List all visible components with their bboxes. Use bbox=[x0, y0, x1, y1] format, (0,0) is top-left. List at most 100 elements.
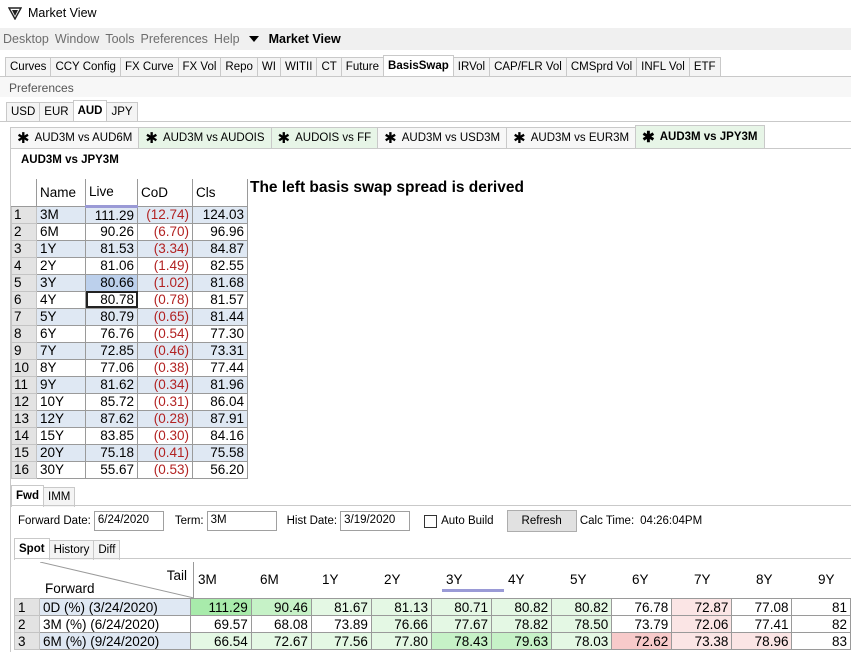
auto-build-label[interactable]: Auto Build bbox=[441, 515, 493, 527]
cls-cell[interactable]: 81.44 bbox=[192, 307, 248, 326]
table-row[interactable]: 8 6Y 76.76 (0.54) 77.30 bbox=[11, 324, 248, 343]
tab-future[interactable]: Future bbox=[340, 57, 385, 77]
forward-value-cell[interactable]: 80.71 bbox=[430, 598, 493, 616]
tab-diff[interactable]: Diff bbox=[93, 540, 121, 560]
cls-cell[interactable]: 87.91 bbox=[192, 409, 248, 428]
tab-aud[interactable]: AUD bbox=[72, 100, 108, 122]
cod-cell[interactable]: (1.02) bbox=[137, 273, 193, 292]
hist-date-input[interactable]: 3/19/2020 bbox=[340, 511, 411, 531]
menu-desktop[interactable]: Desktop bbox=[0, 32, 52, 46]
live-cell[interactable]: 81.06 bbox=[85, 256, 138, 275]
table-row[interactable]: 11 9Y 81.62 (0.34) 81.96 bbox=[11, 375, 248, 394]
tab-imm[interactable]: IMM bbox=[43, 487, 76, 507]
tab-wi[interactable]: WI bbox=[256, 57, 281, 77]
cod-cell[interactable]: (6.70) bbox=[137, 222, 193, 241]
tenor-cell[interactable]: 3M bbox=[36, 205, 86, 224]
column-header-tenor[interactable]: 9Y bbox=[814, 572, 851, 587]
cls-cell[interactable]: 81.68 bbox=[192, 273, 248, 292]
tab-infl-vol[interactable]: INFL Vol bbox=[636, 57, 690, 77]
cls-cell[interactable]: 81.57 bbox=[192, 290, 248, 309]
tab-ct[interactable]: CT bbox=[316, 57, 342, 77]
view-dropdown-icon[interactable] bbox=[248, 36, 259, 42]
tab-witii[interactable]: WITII bbox=[279, 57, 318, 77]
forward-value-cell[interactable]: 80.82 bbox=[491, 598, 553, 616]
live-cell[interactable]: 81.53 bbox=[85, 239, 138, 258]
tab-fx-vol[interactable]: FX Vol bbox=[177, 57, 222, 77]
forward-value-cell[interactable]: 76.78 bbox=[611, 598, 673, 616]
tenor-cell[interactable]: 10Y bbox=[36, 392, 86, 411]
live-cell[interactable]: 55.67 bbox=[85, 460, 138, 479]
menu-preferences[interactable]: Preferences bbox=[138, 32, 211, 46]
live-cell[interactable]: 111.29 bbox=[85, 205, 138, 224]
forward-value-cell[interactable]: 77.80 bbox=[370, 632, 433, 650]
column-header-tenor[interactable]: 4Y bbox=[504, 572, 566, 587]
forward-value-cell[interactable]: 111.29 bbox=[190, 598, 252, 616]
table-row[interactable]: 15 20Y 75.18 (0.41) 75.58 bbox=[11, 443, 248, 462]
tenor-cell[interactable]: 5Y bbox=[36, 307, 86, 326]
cls-cell[interactable]: 82.55 bbox=[192, 256, 248, 275]
menu-window[interactable]: Window bbox=[52, 32, 102, 46]
cls-cell[interactable]: 56.20 bbox=[192, 460, 248, 479]
column-header-tenor[interactable]: 7Y bbox=[690, 572, 752, 587]
column-header-tenor[interactable]: 6Y bbox=[628, 572, 690, 587]
tab-history[interactable]: History bbox=[48, 540, 95, 560]
tab-usd[interactable]: USD bbox=[6, 102, 41, 122]
forward-value-cell[interactable]: 79.63 bbox=[491, 632, 553, 650]
live-cell[interactable]: 72.85 bbox=[85, 341, 138, 360]
forward-value-cell[interactable]: 77.56 bbox=[310, 632, 372, 650]
live-cell[interactable]: 80.79 bbox=[85, 307, 138, 326]
table-row[interactable]: 1 3M 111.29 (12.74) 124.03 bbox=[11, 205, 248, 224]
forward-value-cell[interactable]: 73.79 bbox=[611, 615, 673, 633]
column-header-tenor[interactable]: 3Y bbox=[442, 572, 504, 592]
cod-cell[interactable]: (0.34) bbox=[137, 375, 193, 394]
tab-repo[interactable]: Repo bbox=[220, 57, 258, 77]
cod-cell[interactable]: (0.30) bbox=[137, 426, 193, 445]
forward-value-cell[interactable]: 83 bbox=[791, 632, 851, 650]
forward-label-cell[interactable]: 6M (%) (9/24/2020) bbox=[38, 632, 192, 650]
tenor-cell[interactable]: 1Y bbox=[36, 239, 86, 258]
forward-label-cell[interactable]: 3M (%) (6/24/2020) bbox=[38, 615, 192, 633]
tenor-cell[interactable]: 15Y bbox=[36, 426, 86, 445]
table-row[interactable]: 12 10Y 85.72 (0.31) 86.04 bbox=[11, 392, 248, 411]
tenor-cell[interactable]: 30Y bbox=[36, 460, 86, 479]
cod-cell[interactable]: (0.31) bbox=[137, 392, 193, 411]
column-header-tenor[interactable]: 2Y bbox=[380, 572, 442, 587]
forward-value-cell[interactable]: 73.89 bbox=[310, 615, 372, 633]
cod-cell[interactable]: (0.54) bbox=[137, 324, 193, 343]
live-cell[interactable]: 83.85 bbox=[85, 426, 138, 445]
cod-cell[interactable]: (12.74) bbox=[137, 205, 193, 224]
table-row[interactable]: 3 1Y 81.53 (3.34) 84.87 bbox=[11, 239, 248, 258]
forward-value-cell[interactable]: 80.82 bbox=[551, 598, 613, 616]
cls-cell[interactable]: 124.03 bbox=[192, 205, 248, 224]
forward-value-cell[interactable]: 78.82 bbox=[491, 615, 553, 633]
column-header-cls[interactable]: Cls bbox=[192, 179, 248, 207]
live-cell[interactable]: 80.66 bbox=[85, 273, 138, 292]
tab-etf[interactable]: ETF bbox=[688, 57, 721, 77]
cls-cell[interactable]: 81.96 bbox=[192, 375, 248, 394]
tab-ccy-config[interactable]: CCY Config bbox=[50, 57, 121, 77]
cod-cell[interactable]: (3.34) bbox=[137, 239, 193, 258]
forward-value-cell[interactable]: 78.43 bbox=[430, 632, 493, 650]
forward-value-cell[interactable]: 78.03 bbox=[551, 632, 613, 650]
cod-cell[interactable]: (0.38) bbox=[137, 358, 193, 377]
table-row[interactable]: 9 7Y 72.85 (0.46) 73.31 bbox=[11, 341, 248, 360]
auto-build-checkbox[interactable] bbox=[424, 514, 438, 528]
cod-cell[interactable]: (0.65) bbox=[137, 307, 193, 326]
table-row[interactable]: 2 3M (%) (6/24/2020) 69.57 68.08 73.89 76.66 7… bbox=[14, 615, 851, 633]
table-row[interactable]: 13 12Y 87.62 (0.28) 87.91 bbox=[11, 409, 248, 428]
column-header-tenor[interactable]: 3M bbox=[194, 572, 256, 587]
tenor-cell[interactable]: 6Y bbox=[36, 324, 86, 343]
tenor-cell[interactable]: 9Y bbox=[36, 375, 86, 394]
cls-cell[interactable]: 84.16 bbox=[192, 426, 248, 445]
forward-value-cell[interactable]: 90.46 bbox=[250, 598, 312, 616]
forward-value-cell[interactable]: 69.57 bbox=[190, 615, 252, 633]
forward-value-cell[interactable]: 72.06 bbox=[671, 615, 733, 633]
tab-fwd[interactable]: Fwd bbox=[11, 485, 44, 507]
preferences-label[interactable]: Preferences bbox=[9, 81, 74, 95]
cls-cell[interactable]: 73.31 bbox=[192, 341, 248, 360]
tab-aud3m-vs-aud6m[interactable]: ✱ AUD3M vs AUD6M bbox=[10, 127, 140, 149]
column-header-tenor[interactable]: 8Y bbox=[752, 572, 814, 587]
cls-cell[interactable]: 86.04 bbox=[192, 392, 248, 411]
cls-cell[interactable]: 77.44 bbox=[192, 358, 248, 377]
tab-aud3m-vs-jpy3m[interactable]: ✱ AUD3M vs JPY3M bbox=[635, 125, 765, 149]
